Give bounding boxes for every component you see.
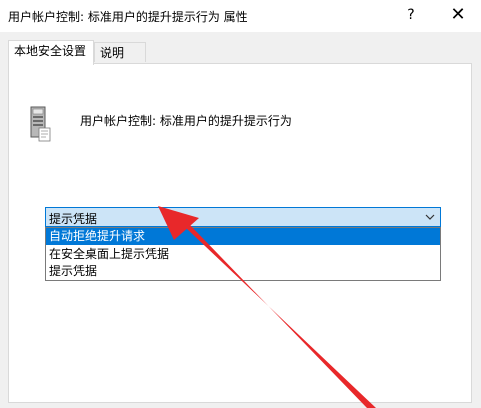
help-button[interactable]: ? [388,0,434,32]
tab-local-security-setting[interactable]: 本地安全设置 [8,40,94,65]
option-auto-deny[interactable]: 自动拒绝提升请求 [46,228,440,245]
option-prompt-credentials[interactable]: 提示凭据 [46,263,440,280]
close-button[interactable]: ✕ [435,0,481,32]
tab-explain[interactable]: 说明 [94,42,146,62]
server-policy-icon [30,106,51,142]
properties-dialog: 用户帐户控制: 标准用户的提升提示行为 属性 ? ✕ 本地安全设置 说明 用户帐… [0,0,481,408]
dialog-body: 本地安全设置 说明 用户帐户控制: 标准用户的提升提示行为 提示凭据 自动拒绝提… [0,32,481,408]
combobox-dropdown-list: 自动拒绝提升请求 在安全桌面上提示凭据 提示凭据 [45,227,441,281]
option-prompt-secure-desktop[interactable]: 在安全桌面上提示凭据 [46,246,440,263]
prompt-behavior-combobox[interactable]: 提示凭据 [45,207,441,227]
combobox-value: 提示凭据 [49,212,98,226]
policy-title: 用户帐户控制: 标准用户的提升提示行为 [80,114,292,128]
title-bar: 用户帐户控制: 标准用户的提升提示行为 属性 ? ✕ [0,0,481,32]
tab-panel: 用户帐户控制: 标准用户的提升提示行为 提示凭据 自动拒绝提升请求 在安全桌面上… [8,63,472,403]
chevron-down-icon [425,214,435,220]
window-title: 用户帐户控制: 标准用户的提升提示行为 属性 [8,10,248,24]
